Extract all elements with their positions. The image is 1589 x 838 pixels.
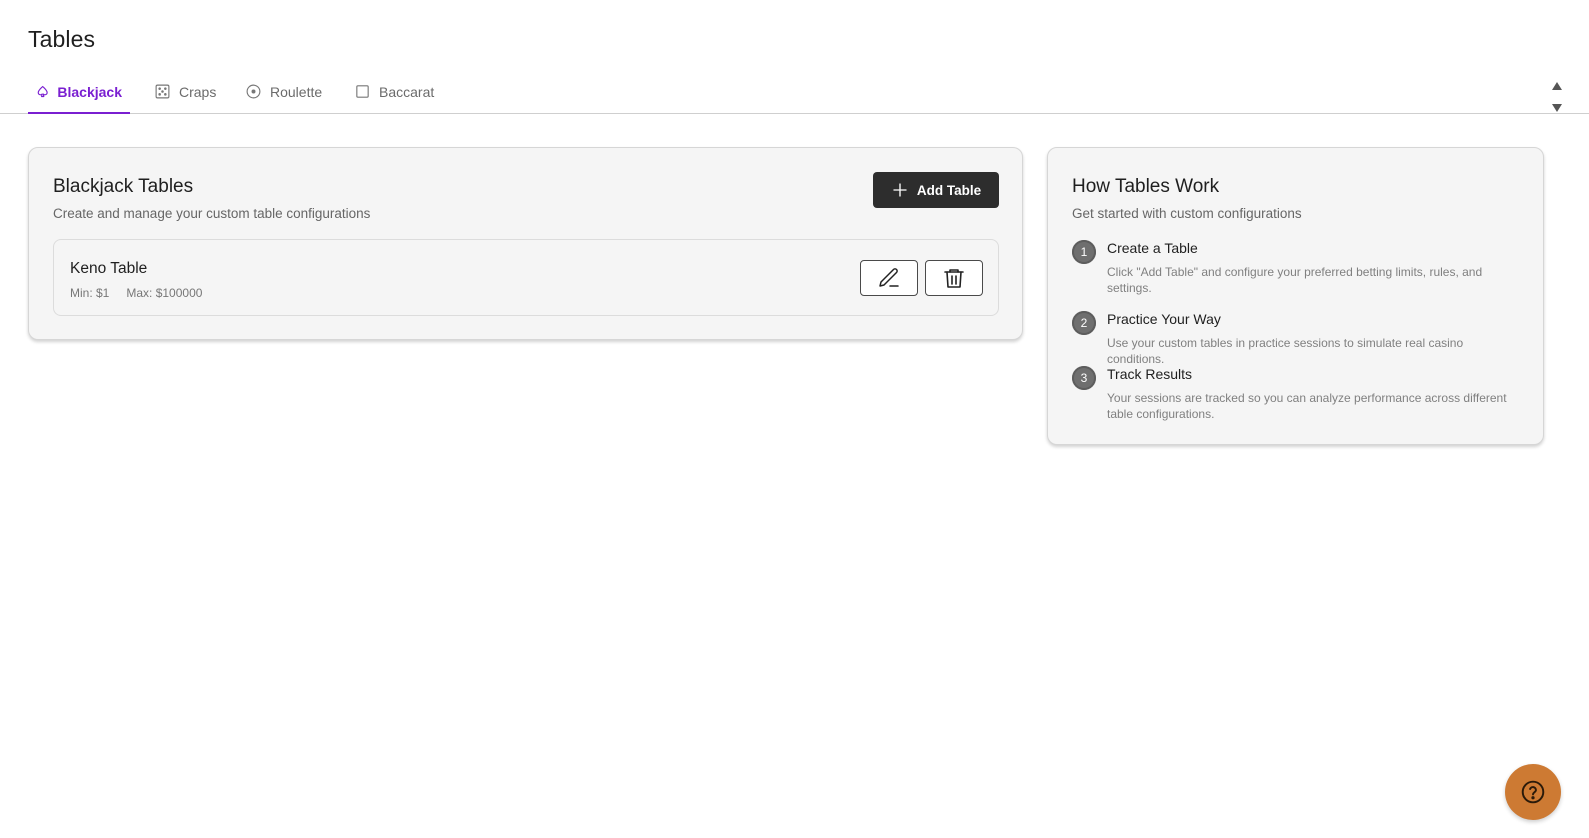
plus-icon [893, 183, 907, 197]
step-number-badge: 1 [1072, 240, 1096, 264]
scroll-arrows[interactable] [1551, 82, 1563, 112]
page-title: Tables [28, 26, 96, 52]
tab-roulette[interactable]: Roulette [237, 70, 330, 113]
arrow-up-icon[interactable] [1552, 82, 1562, 90]
card-title: Blackjack Tables [53, 176, 194, 197]
roulette-icon [246, 84, 261, 99]
tab-baccarat[interactable]: Baccarat [346, 70, 442, 113]
pencil-icon [879, 268, 899, 287]
add-table-label: Add Table [916, 182, 982, 198]
step-description: Your sessions are tracked so you can ana… [1107, 391, 1507, 421]
card-subtitle: Get started with custom configurations [1072, 206, 1302, 221]
table-min: Min: $1 [70, 286, 110, 300]
step-number-badge: 3 [1072, 366, 1096, 390]
tab-craps[interactable]: Craps [146, 70, 224, 113]
tab-label: Roulette [270, 83, 323, 100]
card-subtitle: Create and manage your custom table conf… [53, 206, 371, 221]
page: Tables Blackjack Craps Roulette Baccarat… [0, 0, 1589, 838]
tab-label: Blackjack [57, 83, 122, 100]
tab-label: Baccarat [379, 83, 435, 100]
card-icon [356, 85, 369, 98]
table-name: Keno Table [70, 260, 148, 277]
how-tables-work-card: How Tables Work Get started with custom … [1047, 147, 1544, 445]
table-max: Max: $100000 [126, 286, 203, 300]
add-table-button[interactable]: Add Table [873, 172, 999, 208]
tab-blackjack[interactable]: Blackjack [28, 70, 130, 114]
tab-bar: Blackjack Craps Roulette Baccarat [0, 70, 1589, 114]
edit-table-button[interactable] [860, 260, 918, 296]
tab-label: Craps [179, 83, 217, 100]
step-number-badge: 2 [1072, 311, 1096, 335]
table-limits: Min: $1 Max: $100000 [70, 286, 202, 300]
help-icon [1521, 780, 1545, 804]
step-description: Click "Add Table" and configure your pre… [1107, 265, 1483, 295]
card-title: How Tables Work [1072, 176, 1220, 197]
tables-card: Blackjack Tables Create and manage your … [28, 147, 1023, 340]
delete-table-button[interactable] [925, 260, 983, 296]
list-item: Keno Table Min: $1 Max: $100000 [53, 239, 999, 316]
help-button[interactable] [1505, 764, 1561, 820]
arrow-down-icon[interactable] [1552, 104, 1562, 112]
step-title: Create a Table [1107, 240, 1198, 256]
step-title: Practice Your Way [1107, 311, 1221, 327]
spade-icon [37, 85, 48, 98]
trash-icon [944, 269, 964, 288]
step-title: Track Results [1107, 366, 1193, 382]
dice-icon [155, 84, 170, 99]
step-description: Use your custom tables in practice sessi… [1107, 336, 1464, 366]
